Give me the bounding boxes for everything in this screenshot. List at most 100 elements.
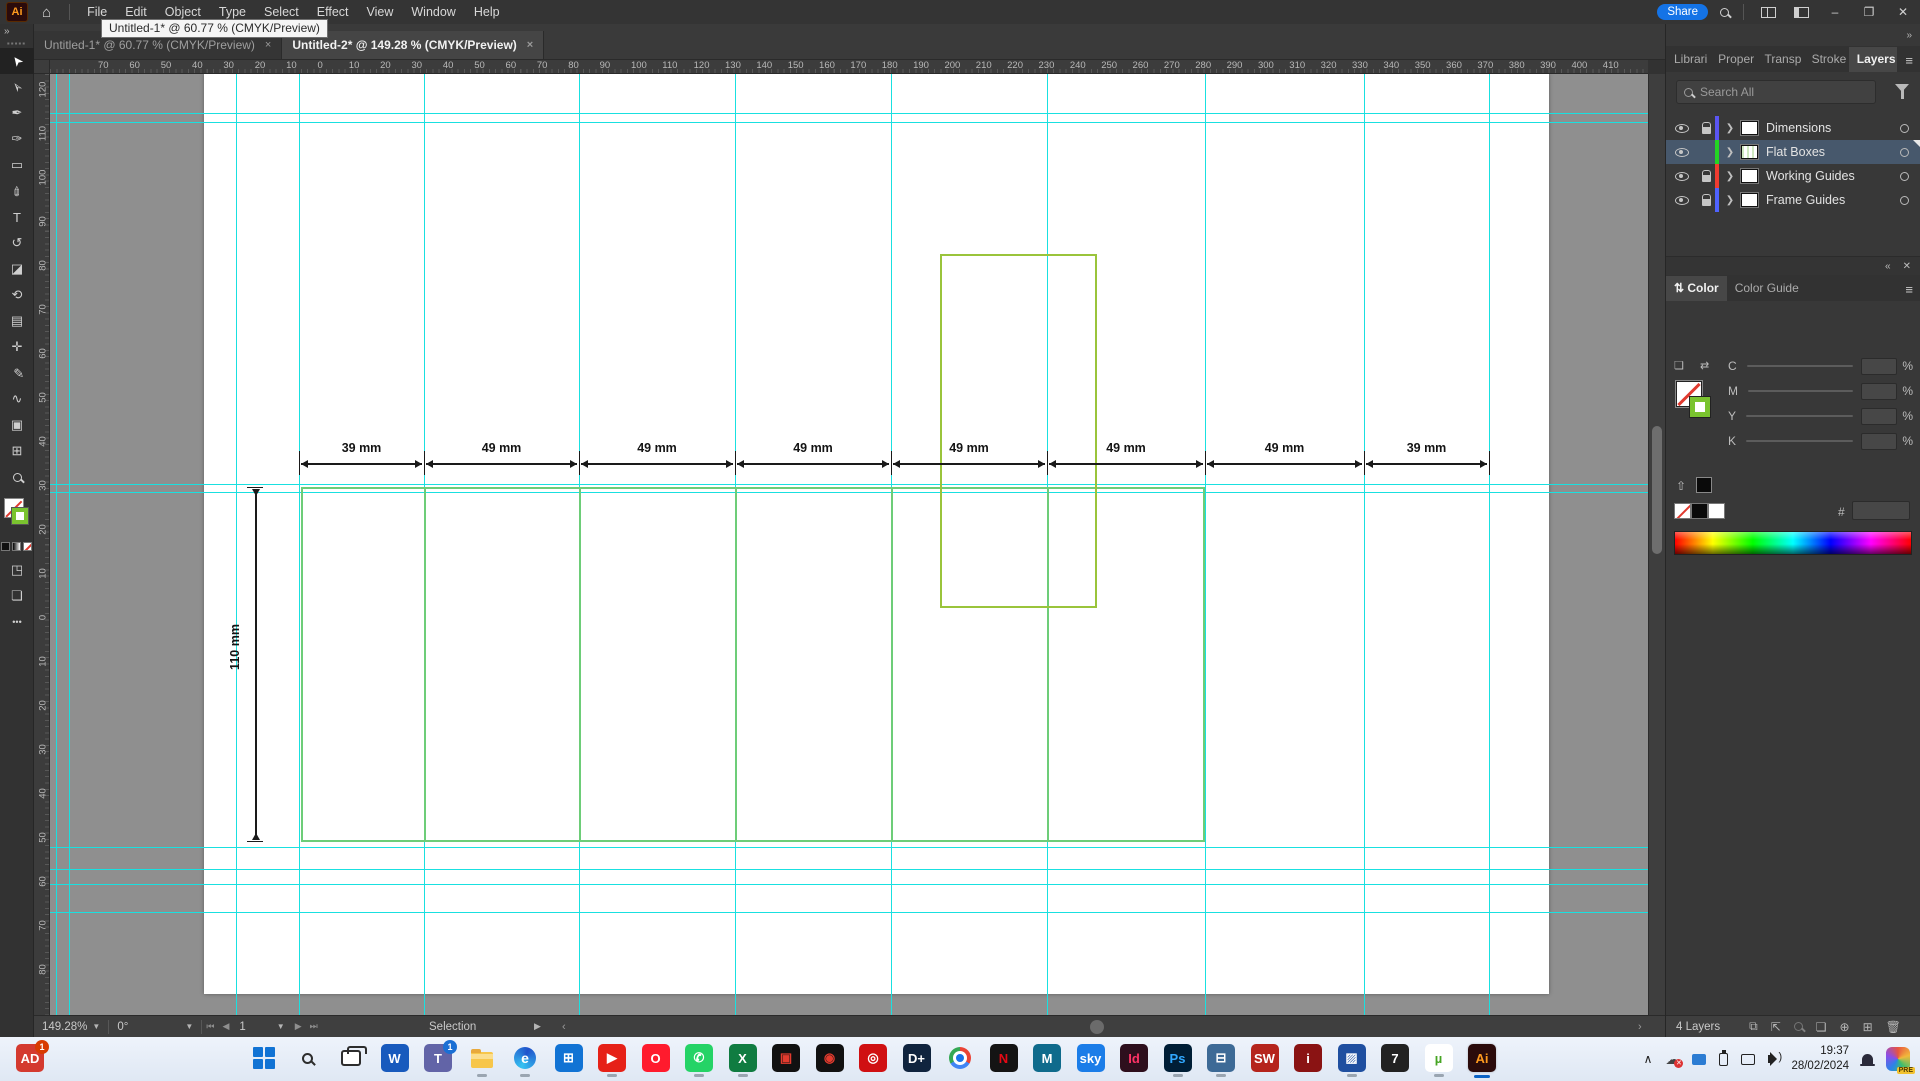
channel-slider[interactable] xyxy=(1747,365,1854,367)
taskbar-icon-teams[interactable]: T1 xyxy=(424,1044,452,1072)
flat-box-divider[interactable] xyxy=(891,487,893,842)
clipping-mask-icon[interactable]: ⧉ xyxy=(1749,1019,1758,1034)
width-tool[interactable]: ∿ xyxy=(0,386,34,412)
visibility-eye-icon[interactable] xyxy=(1675,196,1689,205)
taskbar-icon-indesign[interactable]: Id xyxy=(1120,1044,1148,1072)
layer-target-icon[interactable] xyxy=(1900,148,1909,157)
workspace-switcher-icon[interactable] xyxy=(1794,7,1809,18)
channel-slider[interactable] xyxy=(1748,390,1853,392)
layer-row-working-guides[interactable]: ❯Working Guides xyxy=(1666,164,1920,188)
artboard-tool[interactable]: ⊞ xyxy=(0,438,34,464)
taskbar-icon-illustrator[interactable]: Ai xyxy=(1468,1044,1496,1072)
app-logo-icon[interactable]: Ai xyxy=(6,2,28,22)
flat-box-divider[interactable] xyxy=(579,487,581,842)
vertical-guide[interactable] xyxy=(1205,74,1206,1015)
horizontal-guide[interactable] xyxy=(50,847,1648,848)
vertical-ruler[interactable]: 1201101009080706050403020100102030405060… xyxy=(34,74,50,1015)
more-tools-icon[interactable]: ••• xyxy=(0,609,34,635)
taskbar-icon-microsoft-store[interactable]: ⊞ xyxy=(555,1044,583,1072)
direct-selection-tool[interactable]: ➣ xyxy=(0,74,34,100)
swap-colors-icon[interactable]: ⇄ xyxy=(1700,359,1709,372)
panel-collapse-icon[interactable]: « xyxy=(1885,261,1891,272)
taskbar-icon-security-app[interactable]: i xyxy=(1294,1044,1322,1072)
onedrive-error-icon[interactable]: ☁✕ xyxy=(1665,1051,1679,1068)
rotation-control[interactable]: 0° ▼ xyxy=(109,1016,201,1038)
toolbar-collapse-icon[interactable]: » xyxy=(0,24,33,39)
panel-tab-librari[interactable]: Librari xyxy=(1666,47,1710,72)
expand-chevron-icon[interactable]: ❯ xyxy=(1723,147,1737,158)
stroke-swatch[interactable] xyxy=(1690,397,1710,417)
layer-row-flat-boxes[interactable]: ❯Flat Boxes xyxy=(1666,140,1920,164)
menu-view[interactable]: View xyxy=(358,0,403,24)
fill-stroke-widget[interactable] xyxy=(0,496,33,542)
expand-chevron-icon[interactable]: ❯ xyxy=(1723,195,1737,206)
hex-input[interactable] xyxy=(1852,501,1910,520)
collect-export-icon[interactable]: ⇱ xyxy=(1771,1020,1781,1034)
locate-object-icon[interactable] xyxy=(1794,1020,1803,1034)
last-color-swatch[interactable] xyxy=(1696,477,1712,493)
color-mode-buttons[interactable] xyxy=(0,542,33,551)
channel-value-input[interactable] xyxy=(1861,433,1897,450)
usb-icon[interactable] xyxy=(1719,1053,1728,1066)
flat-box-divider[interactable] xyxy=(424,487,426,842)
rectangle-tool[interactable]: ▭ xyxy=(0,152,34,178)
toolbar-grip[interactable]: ▪▪▪▪▪ xyxy=(0,39,33,48)
pen-tool[interactable]: ✒ xyxy=(0,100,34,126)
channel-value-input[interactable] xyxy=(1861,358,1897,375)
artboard-number-control[interactable]: 1 ▼ xyxy=(233,1016,290,1038)
curvature-tool[interactable]: ✑ xyxy=(0,126,34,152)
paintbrush-tool[interactable]: ✏ xyxy=(0,178,34,204)
gradient-tool[interactable]: ▤ xyxy=(0,308,34,334)
color-panel-tab-color-guide[interactable]: Color Guide xyxy=(1727,276,1807,301)
taskbar-icon-excel[interactable]: X xyxy=(729,1044,757,1072)
taskbar-clock[interactable]: 19:37 28/02/2024 xyxy=(1791,1044,1849,1074)
last-artboard-icon[interactable]: ⏭ xyxy=(306,1021,322,1032)
type-tool[interactable]: T xyxy=(0,204,34,230)
make-mask-icon[interactable]: ❏ xyxy=(1816,1020,1827,1034)
vertical-guide[interactable] xyxy=(69,74,70,1015)
hscroll-left-arrow-icon[interactable]: ‹ xyxy=(562,1021,566,1033)
taskbar-icon-sky[interactable]: sky xyxy=(1077,1044,1105,1072)
horizontal-guide[interactable] xyxy=(50,884,1648,885)
visibility-eye-icon[interactable] xyxy=(1675,124,1689,133)
lock-icon[interactable] xyxy=(1702,199,1711,206)
vertical-scrollbar[interactable] xyxy=(1648,74,1665,1015)
panel-tab-stroke[interactable]: Stroke xyxy=(1804,47,1849,72)
channel-slider[interactable] xyxy=(1746,415,1853,417)
new-layer-icon[interactable]: ⊞ xyxy=(1863,1020,1873,1034)
layer-row-frame-guides[interactable]: ❯Frame Guides xyxy=(1666,188,1920,212)
restore-button[interactable]: ❐ xyxy=(1852,0,1886,24)
taskbar-icon-netflix[interactable]: N xyxy=(990,1044,1018,1072)
panel-tab-transp[interactable]: Transp xyxy=(1756,47,1803,72)
delete-layer-icon[interactable]: 🗑 xyxy=(1886,1020,1901,1034)
taskbar-icon-calculator[interactable]: ⊟ xyxy=(1207,1044,1235,1072)
color-panel-tab-color[interactable]: ⇅ Color xyxy=(1666,276,1727,301)
taskbar-icon-task-view[interactable] xyxy=(337,1044,365,1072)
share-button[interactable]: Share xyxy=(1657,4,1708,20)
lock-icon[interactable] xyxy=(1702,175,1711,182)
display-icon[interactable] xyxy=(1692,1054,1706,1065)
taskbar-icon-7zip[interactable]: 7 xyxy=(1381,1044,1409,1072)
horizontal-guide[interactable] xyxy=(50,912,1648,913)
horizontal-guide[interactable] xyxy=(50,484,1648,485)
horizontal-ruler[interactable]: 7060504030201001020304050607080901001101… xyxy=(50,60,1648,74)
next-artboard-icon[interactable]: ▶ xyxy=(291,1021,306,1032)
visibility-eye-icon[interactable] xyxy=(1675,172,1689,181)
stroke-swatch[interactable] xyxy=(12,508,28,524)
taskbar-icon-lego-education[interactable]: ◎ xyxy=(859,1044,887,1072)
taskbar-icon-start[interactable] xyxy=(250,1044,278,1072)
horizontal-guide[interactable] xyxy=(50,113,1648,114)
flat-box-divider[interactable] xyxy=(735,487,737,842)
horizontal-guide[interactable] xyxy=(50,869,1648,870)
rotate-tool[interactable]: ↺ xyxy=(0,230,34,256)
search-icon[interactable] xyxy=(1720,8,1729,17)
shape-builder-tool[interactable]: ▣ xyxy=(0,412,34,438)
first-artboard-icon[interactable]: ⏮ xyxy=(202,1021,218,1032)
zoom-tool[interactable] xyxy=(0,464,34,490)
close-button[interactable]: ✕ xyxy=(1886,0,1920,24)
tray-chevron-icon[interactable]: ∧ xyxy=(1644,1052,1653,1066)
selection-tool[interactable]: ➤ xyxy=(0,48,34,74)
fill-stroke-widget[interactable]: ❏ ⇄ xyxy=(1674,359,1722,479)
prev-artboard-icon[interactable]: ◀ xyxy=(218,1021,233,1032)
loose-panel-box[interactable] xyxy=(940,254,1097,608)
